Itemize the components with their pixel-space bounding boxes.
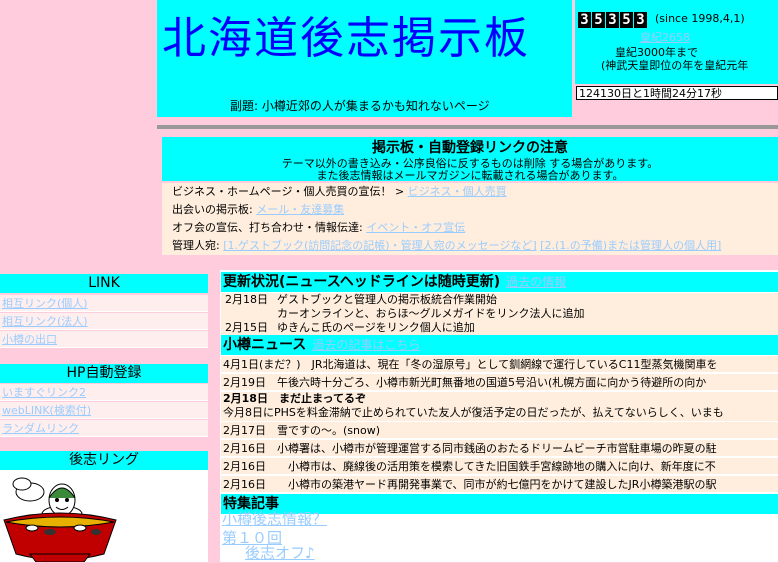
- link-heading: LINK: [0, 274, 208, 293]
- countdown-timer: 124130日と1時間24分17秒: [576, 86, 778, 100]
- update-item: カーオンラインと、おらほ〜グルメガイドをリンク法人に追加: [221, 307, 778, 321]
- counter-digit: 5: [620, 12, 633, 28]
- board-link-admin[interactable]: [2.(1.の予備)または管理人の個人用]: [540, 239, 721, 252]
- news-item[interactable]: 2月19日 午後六時十分ごろ、小樽市新光町無番地の国道5号沿い(札幌方面に向かう…: [221, 373, 778, 390]
- notice-title: 掲示板・自動登録リンクの注意: [372, 140, 568, 156]
- news-item-text: 今月8日にPHSを料金滞納で止められていた友人が復活予定の日だったが、払えてない…: [223, 406, 724, 419]
- sidebar-link-label[interactable]: ランダムリンク: [2, 422, 79, 435]
- update-heading-title: 更新状況(ニュースヘッドラインは随時更新): [223, 274, 501, 290]
- notice-row-meeting: 出会いの掲示板: メール・友達募集: [162, 201, 778, 219]
- past-info-link[interactable]: 過去の情報: [506, 275, 566, 289]
- update-item: 2月15日 ゆきんこ氏のページをリンク個人に追加: [221, 321, 778, 335]
- update-date: 2月18日: [225, 293, 268, 306]
- board-link-guestbook[interactable]: [1.ゲストブック(訪問記念の記帳)・管理人宛のメッセージなど]: [223, 239, 536, 252]
- notice-row-event: オフ会の宣伝、打ち合わせ・情報伝達: イベント・オフ宣伝: [162, 219, 778, 237]
- soup-bowl-mascot-icon: [3, 477, 117, 562]
- goshi-ring-heading: 後志リング: [0, 451, 208, 470]
- sidebar-link-imasugu[interactable]: いますぐリンク2: [0, 384, 208, 401]
- counter-digit: 3: [606, 12, 619, 28]
- news-heading-title: 小樽ニュース: [223, 337, 307, 353]
- site-subtitle: 副題: 小樽近郊の人が集まるかも知れないページ: [230, 99, 490, 113]
- notice-row-admin: 管理人宛: [1.ゲストブック(訪問記念の記帳)・管理人宛のメッセージなど] […: [162, 237, 778, 255]
- counter-digit: 5: [592, 12, 605, 28]
- update-date: [221, 307, 277, 321]
- notice-row-label: オフ会の宣伝、打ち合わせ・情報伝達:: [172, 221, 367, 234]
- sidebar-link-exit[interactable]: 小樽の出口: [0, 331, 208, 348]
- news-item[interactable]: 2月16日 小樽署は、小樽市が管理運営する同市銭函のおたるドリームビーチ市営駐車…: [221, 439, 778, 456]
- sidebar-link-label[interactable]: 相互リンク(法人): [2, 315, 88, 328]
- sidebar-link-label[interactable]: いますぐリンク2: [2, 386, 86, 399]
- notice-row-label: ビジネス・ホームページ・個人売買の宣伝！ >: [172, 185, 408, 198]
- sidebar-link-random[interactable]: ランダムリンク: [0, 420, 208, 437]
- notice-row-label: 管理人宛:: [172, 239, 224, 252]
- notice-text: また後志情報はメールマガジンに転載される場合があります。: [316, 169, 624, 182]
- update-date: 2月15日: [225, 321, 268, 334]
- update-text: ゆきんこ氏のページをリンク個人に追加: [277, 321, 475, 334]
- sidebar-link-weblink[interactable]: webLINK(検索付): [0, 402, 208, 419]
- update-item: 2月18日 ゲストブックと管理人の掲示板統合作業開始: [221, 293, 778, 307]
- update-text: カーオンラインと、おらほ〜グルメガイドをリンク法人に追加: [277, 307, 585, 320]
- news-item[interactable]: 4月1日(まだ？) JR北海道は、現在「冬の湿原号」として釧網線で運行しているC…: [221, 355, 778, 372]
- news-item[interactable]: 2月16日 小樽市は、廃線後の活用策を模索してきた旧国鉄手宮線跡地の購入に向け、…: [221, 457, 778, 474]
- sidebar-link-label[interactable]: 小樽の出口: [2, 333, 57, 346]
- update-list: 2月18日 ゲストブックと管理人の掲示板統合作業開始 カーオンラインと、おらほ〜グ…: [221, 293, 778, 335]
- sidebar-link-corporate[interactable]: 相互リンク(法人): [0, 313, 208, 330]
- counter-digit: 3: [578, 12, 591, 28]
- board-link-mail[interactable]: メール・友達募集: [256, 203, 344, 216]
- sidebar-link-personal[interactable]: 相互リンク(個人): [0, 295, 208, 312]
- board-link-business[interactable]: ビジネス・個人売買: [408, 185, 507, 198]
- kigen-note: (神武天皇即位の年を皇紀元年: [601, 59, 749, 72]
- sidebar-link-label[interactable]: webLINK(検索付): [2, 404, 91, 417]
- feature-link-offkai[interactable]: 後志オフ♪: [245, 542, 315, 563]
- counter-digit: 3: [634, 12, 647, 28]
- sidebar-link-label[interactable]: 相互リンク(個人): [2, 297, 88, 310]
- auto-register-heading: HP自動登録: [0, 364, 208, 383]
- notice-row-label: 出会いの掲示板:: [172, 203, 257, 216]
- news-item-title: 2月18日 まだ止まってるぞ: [223, 392, 366, 405]
- notice-row-business: ビジネス・ホームページ・個人売買の宣伝！ > ビジネス・個人売買: [162, 183, 778, 201]
- feature-link-info[interactable]: 小樽後志情報？: [222, 508, 327, 529]
- since-date: (since 1998,4,1): [655, 12, 745, 25]
- news-item[interactable]: 2月17日 雪ですの〜。(snow): [221, 421, 778, 438]
- news-item[interactable]: 2月18日 まだ止まってるぞ 今月8日にPHSを料金滞納で止められていた友人が復…: [221, 391, 778, 421]
- visit-counter: 3 5 3 5 3: [578, 12, 647, 28]
- update-heading: 更新状況(ニュースヘッドラインは随時更新) 過去の情報: [221, 272, 778, 292]
- board-link-event[interactable]: イベント・オフ宣伝: [366, 221, 465, 234]
- update-text: ゲストブックと管理人の掲示板統合作業開始: [277, 293, 497, 306]
- news-heading: 小樽ニュース 過去の記事はこちら: [221, 335, 778, 355]
- past-news-link[interactable]: 過去の記事はこちら: [312, 338, 420, 352]
- kigen-link[interactable]: 皇紀2658: [640, 29, 690, 45]
- divider: [157, 125, 778, 129]
- site-title: 北海道後志掲示板: [162, 13, 530, 64]
- goshi-ring-banner[interactable]: [0, 470, 208, 562]
- news-item[interactable]: 2月16日 小樽市の築港ヤード再開発事業で、同市が約七億円をかけて建設したJR小…: [221, 475, 778, 492]
